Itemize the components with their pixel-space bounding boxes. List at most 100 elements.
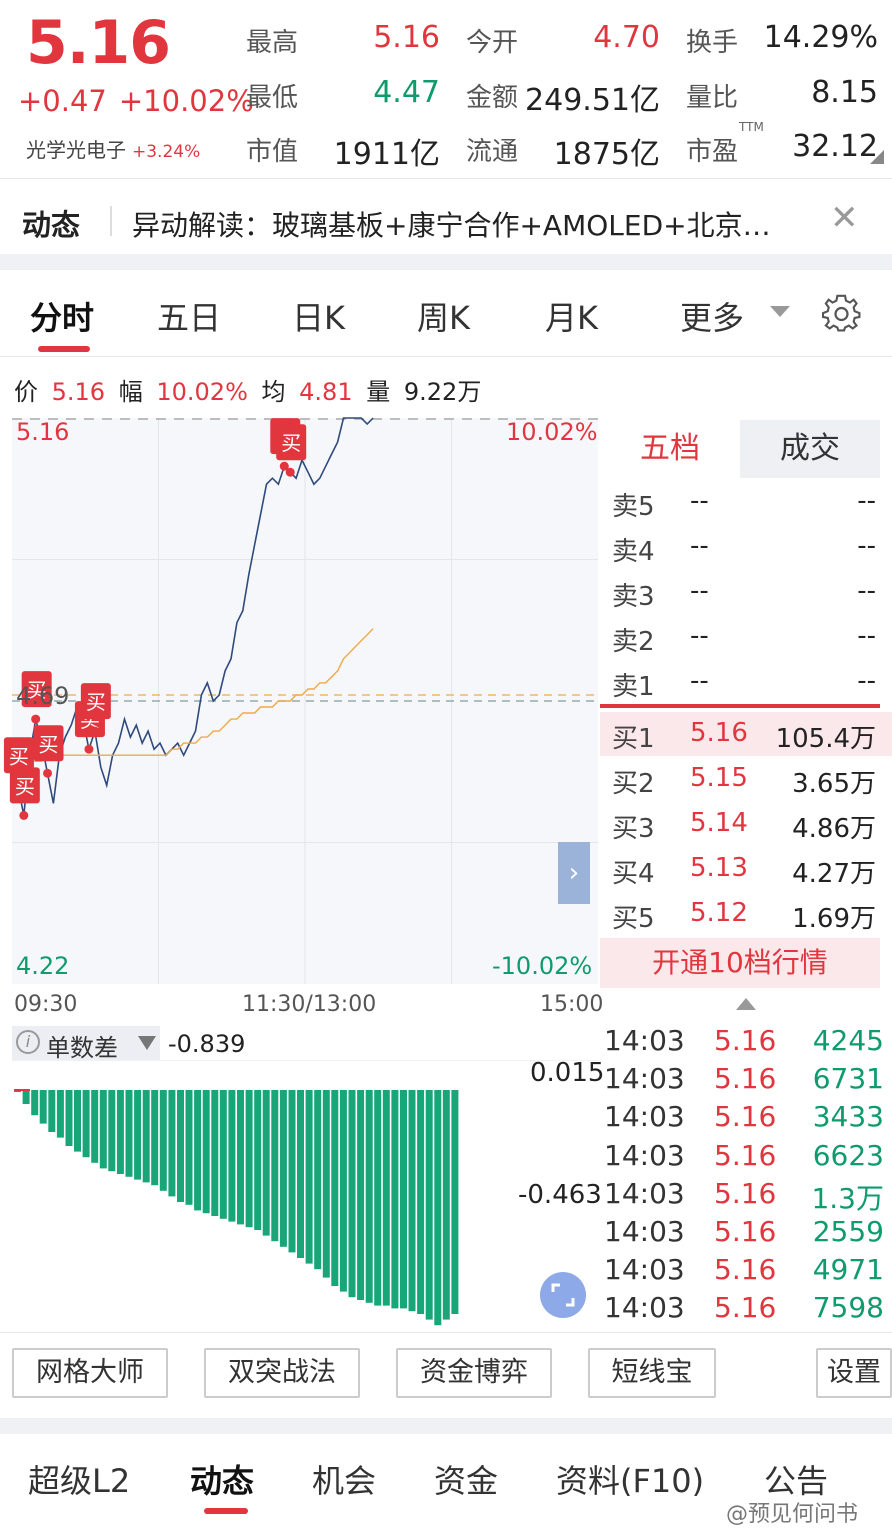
- caret-up-icon[interactable]: [736, 998, 756, 1010]
- fullscreen-button[interactable]: [540, 1272, 586, 1318]
- level-volume: --: [857, 576, 876, 606]
- trade-time: 14:03: [604, 1062, 685, 1096]
- trade-volume: 1.3万: [811, 1181, 884, 1215]
- tab-five-day[interactable]: 五日: [157, 293, 221, 339]
- y-tick-bottom-pct: -10.02%: [492, 952, 593, 980]
- ask-row[interactable]: 卖4 -- --: [600, 525, 892, 569]
- indicator-bar: [339, 1090, 347, 1292]
- stat-value-float: 1875亿: [553, 137, 660, 172]
- indicator-bar: [442, 1090, 450, 1320]
- ask-row[interactable]: 卖1 -- --: [600, 660, 892, 704]
- stat-value-volume-ratio: 8.15: [811, 75, 878, 110]
- chevron-down-icon[interactable]: [770, 306, 790, 317]
- tab-more[interactable]: 更多: [680, 293, 744, 339]
- trade-row: 14:03 5.16 1.3万: [604, 1177, 884, 1215]
- level-label: 卖2: [612, 627, 655, 657]
- indicator-bar: [65, 1090, 73, 1146]
- short-line-button[interactable]: 短线宝: [588, 1348, 716, 1398]
- indicator-bar: [185, 1090, 193, 1205]
- sector-tag[interactable]: 光学光电子 +3.24%: [26, 134, 200, 163]
- trade-price: 5.16: [714, 1176, 777, 1210]
- active-tab-indicator: [204, 1508, 248, 1514]
- change-amount: +0.47: [18, 84, 107, 118]
- tab-dynamic[interactable]: 动态: [190, 1456, 254, 1502]
- tab-weekly-k[interactable]: 周K: [417, 293, 470, 339]
- level-label: 卖4: [612, 537, 655, 567]
- indicator-name: 单数差: [46, 1034, 118, 1062]
- stat-label-low: 最低: [246, 83, 299, 113]
- y-tick-top-pct: 10.02%: [506, 418, 598, 446]
- bid-row[interactable]: 买3 5.14 4.86万: [600, 802, 892, 846]
- spread-line: [600, 704, 880, 708]
- bid-row[interactable]: 买4 5.13 4.27万: [600, 847, 892, 891]
- trade-row: 14:03 5.16 7598: [604, 1291, 884, 1329]
- sector-percent: +3.24%: [132, 142, 201, 162]
- tab-daily-k[interactable]: 日K: [292, 293, 345, 339]
- x-tick-midday: 11:30/13:00: [242, 992, 377, 1017]
- indicator-bar: [305, 1090, 313, 1264]
- info-vol-label: 量: [366, 378, 391, 406]
- tab-trades[interactable]: 成交: [740, 420, 880, 478]
- dropdown-arrow-icon: [138, 1036, 156, 1050]
- chart-info-line: 价 5.16 幅 10.02% 均 4.81 量 9.22万: [14, 372, 487, 407]
- tab-opportunity[interactable]: 机会: [312, 1456, 376, 1502]
- divider: [0, 1332, 892, 1333]
- x-tick-close: 15:00: [540, 992, 604, 1017]
- indicator-bar: [177, 1090, 184, 1202]
- tab-intraday[interactable]: 分时: [30, 293, 94, 339]
- trade-volume: 6623: [812, 1138, 884, 1172]
- tab-five-levels[interactable]: 五档: [600, 420, 740, 478]
- indicator-bar: [434, 1090, 442, 1326]
- indicator-bar: [168, 1090, 176, 1197]
- y-tick-prev-close: 4.69: [16, 682, 70, 710]
- double-breakout-button[interactable]: 双突战法: [204, 1348, 360, 1398]
- trade-time: 14:03: [604, 1100, 685, 1134]
- info-icon[interactable]: i: [16, 1030, 40, 1054]
- grid-master-button[interactable]: 网格大师: [12, 1348, 168, 1398]
- open-ten-level-button[interactable]: 开通10档行情: [600, 938, 880, 988]
- level-price: 5.14: [690, 808, 748, 838]
- stat-value-high: 5.16: [373, 20, 440, 55]
- close-icon[interactable]: ✕: [830, 198, 859, 238]
- level-label: 买1: [612, 724, 655, 754]
- ask-row[interactable]: 卖2 -- --: [600, 615, 892, 659]
- bid-row[interactable]: 买2 5.15 3.65万: [600, 757, 892, 801]
- level-volume: --: [857, 666, 876, 696]
- tab-f10[interactable]: 资料(F10): [556, 1456, 704, 1502]
- gear-icon[interactable]: [822, 294, 862, 334]
- divider: [0, 178, 892, 179]
- trade-time: 14:03: [604, 1291, 685, 1325]
- indicator-axis-top: 0.015: [530, 1058, 605, 1088]
- expand-chart-button[interactable]: ›: [558, 842, 590, 904]
- tab-capital[interactable]: 资金: [434, 1456, 498, 1502]
- ask-row[interactable]: 卖3 -- --: [600, 570, 892, 614]
- bid-row[interactable]: 买1 5.16 105.4万: [600, 712, 892, 756]
- indicator-bar: [125, 1090, 133, 1177]
- trade-volume: 2559: [812, 1215, 884, 1248]
- level-label: 买4: [612, 859, 655, 889]
- indicator-bar: [82, 1090, 90, 1158]
- indicator-bar: [417, 1090, 425, 1314]
- indicator-bar: [219, 1090, 227, 1219]
- settings-button[interactable]: 设置: [816, 1348, 892, 1398]
- level-volume: 1.69万: [792, 904, 876, 934]
- trade-time: 14:03: [604, 1253, 685, 1287]
- indicator-chart[interactable]: [0, 1060, 600, 1332]
- current-price: 5.16: [26, 8, 171, 78]
- intraday-chart[interactable]: 买买买买买买买买: [0, 410, 600, 985]
- price-change: +0.47 +10.02%: [18, 84, 266, 118]
- indicator-bar: [194, 1090, 202, 1211]
- tab-super-l2[interactable]: 超级L2: [28, 1456, 130, 1502]
- fullscreen-icon: [551, 1283, 575, 1307]
- trade-row: 14:03 5.16 4971: [604, 1253, 884, 1291]
- expand-corner-icon[interactable]: [870, 150, 884, 164]
- capital-game-button[interactable]: 资金博弈: [396, 1348, 552, 1398]
- indicator-selector[interactable]: i 单数差: [12, 1026, 160, 1062]
- ask-row[interactable]: 卖5 -- --: [600, 480, 892, 524]
- tab-monthly-k[interactable]: 月K: [545, 293, 598, 339]
- bid-row[interactable]: 买5 5.12 1.69万: [600, 892, 892, 936]
- dynamic-news-text[interactable]: 异动解读：玻璃基板+康宁合作+AMOLED+北京…: [132, 204, 832, 244]
- level-label: 买2: [612, 769, 655, 799]
- stat-label-pe: 市盈: [686, 137, 739, 167]
- level-label: 卖5: [612, 492, 655, 522]
